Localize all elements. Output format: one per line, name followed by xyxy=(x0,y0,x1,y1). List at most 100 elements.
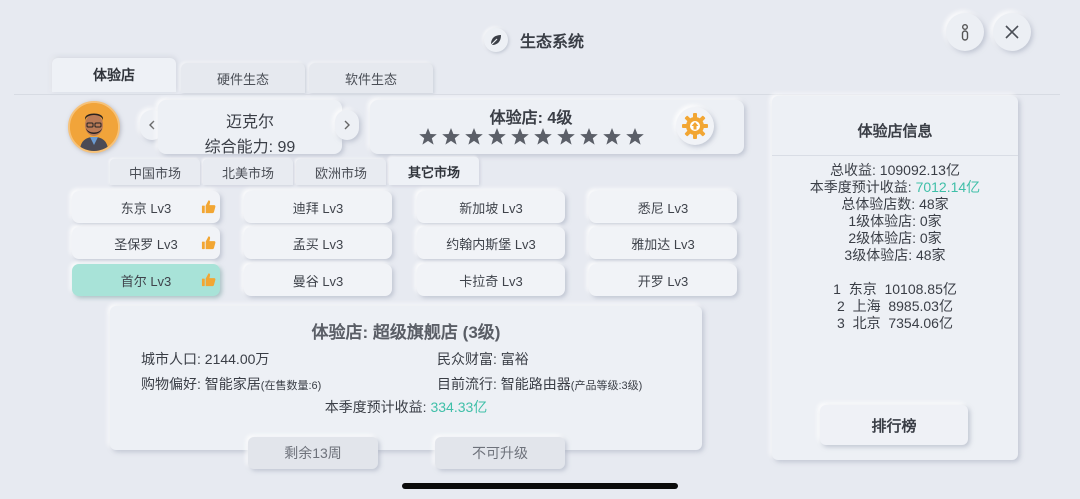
store-detail-panel: 体验店: 超级旗舰店 (3级) 城市人口: 2144.00万 民众财富: 富裕 … xyxy=(110,306,702,450)
tab-label: 欧洲市场 xyxy=(314,165,367,181)
star-rating xyxy=(418,127,645,146)
info-stats: 总收益: 109092.13亿 本季度预计收益: 7012.14亿 总体验店数:… xyxy=(772,162,1018,264)
population-line: 城市人口: 2144.00万 xyxy=(141,349,269,369)
wealth-value: 富裕 xyxy=(500,351,529,367)
city-button[interactable]: 首尔 Lv3 xyxy=(72,264,220,296)
star-icon xyxy=(580,128,598,145)
city-label: 迪拜 Lv3 xyxy=(292,200,344,216)
avatar[interactable] xyxy=(68,101,120,153)
preference-line: 购物偏好: 智能家居(在售数量:6) xyxy=(141,374,321,394)
star-icon xyxy=(626,128,644,145)
manager-ability: 综合能力: 99 xyxy=(204,139,296,156)
manager-card: 迈克尔 综合能力: 99 xyxy=(158,100,342,156)
city-label: 卡拉奇 Lv3 xyxy=(459,273,523,289)
store-level-title: 体验店: 4级 xyxy=(489,110,573,127)
tab-market-europe[interactable]: 欧洲市场 xyxy=(296,159,386,185)
upgrade-label: 不可升级 xyxy=(472,445,528,461)
store-info-panel: 体验店信息 总收益: 109092.13亿 本季度预计收益: 7012.14亿 … xyxy=(772,96,1018,460)
gear-icon xyxy=(682,113,708,139)
upgrade-gear-button[interactable] xyxy=(676,107,714,145)
season-income-line: 本季度预计收益: 334.33亿 xyxy=(110,397,702,417)
city-button[interactable]: 迪拜 Lv3 xyxy=(244,191,392,223)
star-icon xyxy=(557,128,575,145)
store-level-card: 体验店: 4级 xyxy=(370,100,744,154)
star-icon xyxy=(442,128,460,145)
city-label: 新加坡 Lv3 xyxy=(459,200,523,216)
chevron-right-icon xyxy=(344,120,350,130)
preference-note: (在售数量:6) xyxy=(260,380,322,392)
city-button[interactable]: 雅加达 Lv3 xyxy=(589,227,737,259)
tab-label: 其它市场 xyxy=(407,164,460,180)
city-button[interactable]: 悉尼 Lv3 xyxy=(589,191,737,223)
thumbs-up-icon xyxy=(201,273,216,287)
manager-portrait xyxy=(70,103,118,151)
store-info-title: 体验店信息 xyxy=(857,123,933,140)
home-indicator[interactable] xyxy=(402,483,678,489)
city-label: 孟买 Lv3 xyxy=(292,236,344,252)
level2-stores: 2级体验店: 0家 xyxy=(848,230,942,246)
tab-label: 硬件生态 xyxy=(216,71,269,87)
leaf-icon xyxy=(484,28,508,52)
close-button[interactable] xyxy=(993,13,1031,51)
page-title: 生态系统 xyxy=(520,34,585,51)
close-icon xyxy=(1005,25,1019,39)
next-manager-button[interactable] xyxy=(335,110,359,140)
star-icon xyxy=(603,128,621,145)
tab-hardware-ecosystem[interactable]: 硬件生态 xyxy=(181,63,305,93)
city-button[interactable]: 卡拉奇 Lv3 xyxy=(417,264,565,296)
star-icon xyxy=(511,128,529,145)
tab-market-china[interactable]: 中国市场 xyxy=(110,159,200,185)
city-label: 圣保罗 Lv3 xyxy=(114,236,178,252)
tab-software-ecosystem[interactable]: 软件生态 xyxy=(309,63,433,93)
season-income-info: 本季度预计收益: 7012.14亿 xyxy=(772,179,1018,196)
weeks-left-label: 剩余13周 xyxy=(284,445,342,461)
chevron-left-icon xyxy=(149,120,155,130)
population-label: 城市人口: xyxy=(141,351,205,367)
city-label: 雅加达 Lv3 xyxy=(631,236,695,252)
preference-value: 智能家居 xyxy=(204,376,261,392)
ranking-item: 2 上海 8985.03亿 xyxy=(837,298,953,314)
wealth-label: 民众财富: xyxy=(437,351,501,367)
tab-label: 中国市场 xyxy=(128,165,181,181)
city-label: 约翰内斯堡 Lv3 xyxy=(446,236,536,252)
info-season-income-value: 7012.14亿 xyxy=(915,179,981,195)
info-divider xyxy=(772,155,1018,156)
city-label: 悉尼 Lv3 xyxy=(637,200,689,216)
thumbs-up-icon xyxy=(201,200,216,214)
total-income: 总收益: 109092.13亿 xyxy=(830,162,960,178)
tab-label: 软件生态 xyxy=(344,71,397,87)
tab-market-other[interactable]: 其它市场 xyxy=(389,157,479,185)
season-income-label: 本季度预计收益: xyxy=(324,399,431,415)
thumbs-up-icon xyxy=(201,236,216,250)
info-button[interactable] xyxy=(946,13,984,51)
city-label: 首尔 Lv3 xyxy=(120,273,172,289)
season-income-value: 334.33亿 xyxy=(430,399,488,415)
manager-name: 迈克尔 xyxy=(225,114,274,131)
wealth-line: 民众财富: 富裕 xyxy=(437,349,529,369)
preference-label: 购物偏好: xyxy=(141,376,205,392)
star-icon xyxy=(488,128,506,145)
level1-stores: 1级体验店: 0家 xyxy=(848,213,942,229)
city-button[interactable]: 圣保罗 Lv3 xyxy=(72,227,220,259)
ranking-button-label: 排行榜 xyxy=(871,417,917,435)
city-button[interactable]: 约翰内斯堡 Lv3 xyxy=(417,227,565,259)
trend-label: 目前流行: xyxy=(437,376,501,392)
city-button[interactable]: 曼谷 Lv3 xyxy=(244,264,392,296)
store-detail-title: 体验店: 超级旗舰店 (3级) xyxy=(311,323,501,342)
tab-experience-store[interactable]: 体验店 xyxy=(52,58,176,92)
ranking-button[interactable]: 排行榜 xyxy=(820,405,968,445)
city-button[interactable]: 开罗 Lv3 xyxy=(589,264,737,296)
trend-value: 智能路由器 xyxy=(500,376,571,392)
header: 生态系统 xyxy=(484,24,584,56)
city-button[interactable]: 孟买 Lv3 xyxy=(244,227,392,259)
divider xyxy=(14,94,1060,95)
tab-market-north-america[interactable]: 北美市场 xyxy=(203,159,293,185)
city-button[interactable]: 新加坡 Lv3 xyxy=(417,191,565,223)
ranking-list: 1 东京 10108.85亿 2 上海 8985.03亿 3 北京 7354.0… xyxy=(772,281,1018,332)
city-label: 东京 Lv3 xyxy=(120,200,172,216)
tab-label: 北美市场 xyxy=(221,165,274,181)
upgrade-button[interactable]: 不可升级 xyxy=(435,437,565,469)
star-icon xyxy=(534,128,552,145)
weeks-left-button[interactable]: 剩余13周 xyxy=(248,437,378,469)
city-button[interactable]: 东京 Lv3 xyxy=(72,191,220,223)
